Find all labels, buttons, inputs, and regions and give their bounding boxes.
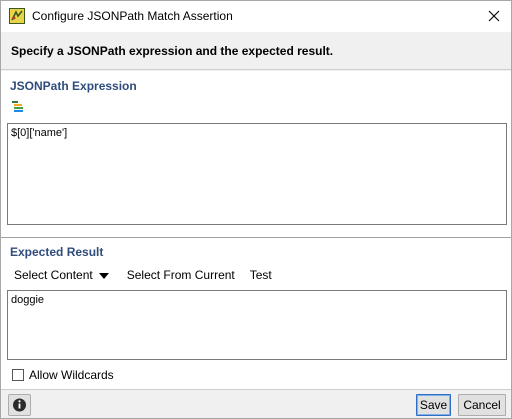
expected-result-toolbar: Select Content Select From Current Test [14,267,272,283]
jsonpath-tree-icon[interactable] [11,100,25,114]
allow-wildcards-row: Allow Wildcards [12,368,114,382]
close-icon[interactable] [485,7,503,25]
title-bar: Configure JSONPath Match Assertion [1,1,511,32]
expected-result-input[interactable]: doggie [7,290,507,360]
save-button[interactable]: Save [416,394,451,416]
info-button[interactable] [8,394,31,416]
select-content-dropdown[interactable]: Select Content [14,268,109,282]
caret-down-icon [98,272,109,279]
info-icon [13,398,26,412]
section-divider [1,237,511,238]
header-band: Specify a JSONPath expression and the ex… [1,32,511,70]
allow-wildcards-label[interactable]: Allow Wildcards [29,368,114,382]
header-description: Specify a JSONPath expression and the ex… [11,44,334,58]
app-icon [9,8,25,24]
select-content-label: Select Content [14,268,93,282]
cancel-button[interactable]: Cancel [458,394,506,416]
expression-section-title: JSONPath Expression [10,79,137,93]
allow-wildcards-checkbox[interactable] [12,369,24,381]
jsonpath-expression-input[interactable]: $[0]['name'] [7,123,507,225]
content-area: JSONPath Expression $[0]['name'] Expecte… [1,71,511,389]
footer: Save Cancel [1,389,511,418]
test-button[interactable]: Test [250,268,272,282]
select-from-current-button[interactable]: Select From Current [127,268,235,282]
dialog-window: Configure JSONPath Match Assertion Speci… [0,0,512,419]
window-title: Configure JSONPath Match Assertion [32,9,233,23]
expected-result-section-title: Expected Result [10,245,104,259]
